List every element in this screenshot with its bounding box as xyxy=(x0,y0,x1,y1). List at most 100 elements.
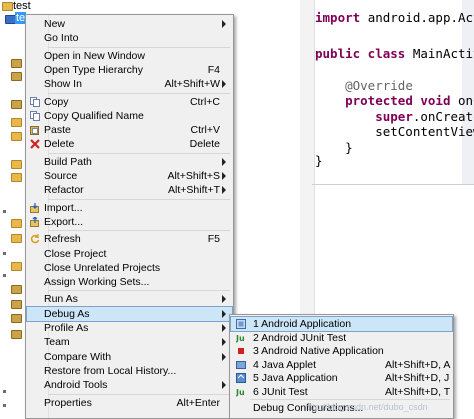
submenu-item-6-junit-test[interactable]: Ju 6 JUnit Test Alt+Shift+D, T xyxy=(231,385,452,399)
menu-item-open-in-new-window[interactable]: Open in New Window xyxy=(27,49,232,63)
menu-item-team[interactable]: Team xyxy=(27,335,232,349)
menu-item-copy[interactable]: Copy Ctrl+C xyxy=(27,95,232,109)
menu-item-go-into[interactable]: Go Into xyxy=(27,31,232,45)
menu-item-assign-working-sets[interactable]: Assign Working Sets... xyxy=(27,275,232,289)
svg-text:Ju: Ju xyxy=(236,388,245,397)
menu-item-show-in[interactable]: Show In Alt+Shift+W xyxy=(27,77,232,91)
submenu-arrow-icon xyxy=(222,295,226,304)
menu-item-restore-from-local-history[interactable]: Restore from Local History... xyxy=(27,364,232,378)
tree-expander-icon[interactable] xyxy=(3,252,6,255)
submenu-arrow-icon xyxy=(222,338,226,347)
folder-icon xyxy=(11,234,22,243)
code-line[interactable]: @Override xyxy=(315,78,413,93)
menu-item-delete[interactable]: Delete Delete xyxy=(27,137,232,151)
code-line[interactable]: import android.app.Act xyxy=(315,10,474,25)
menu-item-label: Assign Working Sets... xyxy=(44,276,150,289)
junit-icon: Ju xyxy=(235,387,246,397)
menu-separator xyxy=(48,230,230,232)
menu-item-source[interactable]: Source Alt+Shift+S xyxy=(27,169,232,183)
menu-item-debug-as[interactable]: Debug As xyxy=(26,305,233,322)
submenu-item-5-java-application[interactable]: 5 Java Application Alt+Shift+D, J xyxy=(231,371,452,385)
tree-expander-icon[interactable] xyxy=(3,274,6,277)
menu-item-build-path[interactable]: Build Path xyxy=(27,155,232,169)
code-line[interactable]: public class MainActiv xyxy=(315,46,474,61)
menu-item-shortcut: Ctrl+C xyxy=(189,95,220,108)
refresh-icon xyxy=(30,234,40,244)
code-token: @Override xyxy=(345,78,413,93)
menu-item-new[interactable]: New xyxy=(27,17,232,31)
menu-item-close-unrelated-projects[interactable]: Close Unrelated Projects xyxy=(27,261,232,275)
code-token: android.app.Act xyxy=(367,10,474,25)
menu-item-open-type-hierarchy[interactable]: Open Type Hierarchy F4 xyxy=(27,63,232,77)
junit-icon: Ju xyxy=(235,333,246,343)
submenu-arrow-icon xyxy=(222,324,226,332)
submenu-item-label: 4 Java Applet xyxy=(253,358,317,371)
submenu-item-label: 2 Android JUnit Test xyxy=(253,331,347,344)
folder-icon xyxy=(11,160,22,169)
menu-item-refresh[interactable]: Refresh F5 xyxy=(27,232,232,246)
menu-item-label: Profile As xyxy=(44,322,89,334)
tree-expander-icon[interactable] xyxy=(3,210,6,213)
menu-item-compare-with[interactable]: Compare With xyxy=(27,350,232,364)
watermark: http://blog.csdn.net/dubo_csdn xyxy=(305,402,428,412)
import-icon xyxy=(30,202,40,213)
menu-item-properties[interactable]: Properties Alt+Enter xyxy=(27,396,232,410)
code-line[interactable]: super.onCreate xyxy=(315,109,474,124)
submenu-item-1-android-application[interactable]: 1 Android Application xyxy=(230,316,453,332)
menu-item-label: Properties xyxy=(44,396,92,409)
code-line[interactable]: } xyxy=(315,153,323,168)
file-icon xyxy=(11,300,22,309)
menu-item-copy-qualified-name[interactable]: Copy Qualified Name xyxy=(27,109,232,123)
code-token: onC xyxy=(458,93,474,108)
package-icon xyxy=(11,59,22,68)
submenu-arrow-icon xyxy=(222,157,226,166)
menu-item-label: Restore from Local History... xyxy=(44,364,177,377)
menu-item-label: New xyxy=(44,18,66,30)
submenu-item-4-java-applet[interactable]: 4 Java Applet Alt+Shift+D, A xyxy=(231,358,452,372)
menu-separator xyxy=(250,399,450,400)
code-token: import xyxy=(315,10,368,25)
code-token: super xyxy=(375,109,413,124)
menu-separator xyxy=(48,290,230,292)
menu-item-shortcut: Delete xyxy=(189,138,220,151)
tree-expander-icon[interactable] xyxy=(3,390,6,393)
submenu-arrow-icon xyxy=(222,309,226,318)
tree-expander-icon[interactable] xyxy=(3,404,6,407)
menu-item-export[interactable]: Export... xyxy=(27,215,232,229)
folder-icon xyxy=(11,132,22,141)
menu-item-refactor[interactable]: Refactor Alt+Shift+T xyxy=(27,183,232,197)
menu-item-label: Compare With xyxy=(44,350,112,363)
submenu-arrow-icon xyxy=(222,352,226,361)
menu-item-label: Source xyxy=(44,170,78,182)
file-icon xyxy=(11,330,22,339)
submenu-item-3-android-native-application[interactable]: 3 Android Native Application xyxy=(231,344,452,358)
menu-item-label: Refresh xyxy=(44,233,81,246)
menu-item-label: Run As xyxy=(44,293,78,306)
menu-item-run-as[interactable]: Run As xyxy=(27,292,232,306)
submenu-item-label: 1 Android Application xyxy=(253,318,352,330)
java-app-icon xyxy=(236,373,246,383)
menu-item-close-project[interactable]: Close Project xyxy=(27,247,232,261)
svg-text:Ju: Ju xyxy=(236,334,245,343)
menu-item-android-tools[interactable]: Android Tools xyxy=(27,378,232,392)
menu-item-profile-as[interactable]: Profile As xyxy=(27,321,232,335)
code-token: protected void xyxy=(345,93,458,108)
menu-item-shortcut: Alt+Shift+S xyxy=(167,170,220,182)
menu-item-label: Close Project xyxy=(44,247,107,260)
code-token: public class xyxy=(315,46,413,61)
code-token: MainActiv xyxy=(412,46,474,61)
applet-icon xyxy=(236,360,246,370)
submenu-arrow-icon xyxy=(222,381,226,390)
code-line[interactable]: setContentView xyxy=(315,124,474,139)
code-line[interactable]: protected void onC xyxy=(315,93,474,108)
menu-item-label: Build Path xyxy=(44,155,92,168)
menu-item-paste[interactable]: Paste Ctrl+V xyxy=(27,123,232,137)
menu-item-label: Paste xyxy=(44,124,71,137)
menu-item-import[interactable]: Import... xyxy=(27,201,232,215)
menu-item-label: Copy Qualified Name xyxy=(44,109,144,122)
menu-item-shortcut: Alt+Shift+T xyxy=(168,184,220,197)
submenu-item-2-android-junit-test[interactable]: Ju 2 Android JUnit Test xyxy=(231,331,452,345)
tree-item-test[interactable]: test xyxy=(13,0,31,12)
submenu-item-shortcut: Alt+Shift+D, J xyxy=(385,372,450,384)
